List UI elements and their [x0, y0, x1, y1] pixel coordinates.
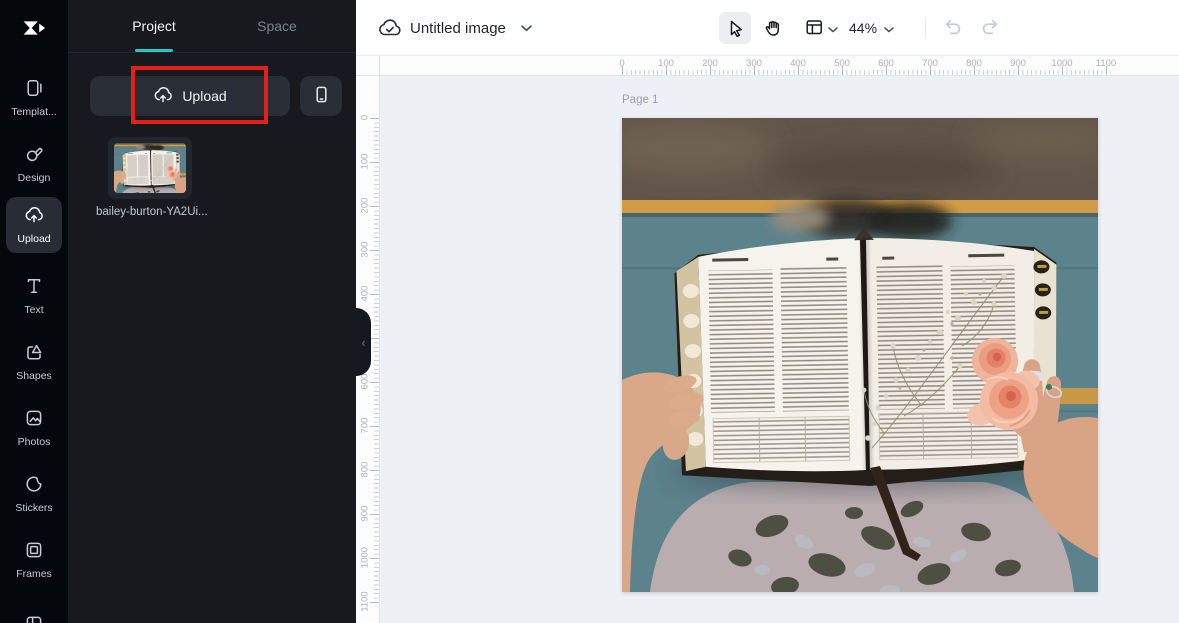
- ruler-label: 900: [359, 505, 371, 522]
- capcut-logo-icon: [23, 21, 46, 35]
- ruler-label: 100: [658, 58, 674, 69]
- ruler-label: 400: [790, 58, 806, 69]
- ruler-label: 0: [619, 58, 625, 69]
- select-tool-button[interactable]: [719, 12, 751, 44]
- uploaded-asset-thumbnail[interactable]: [108, 137, 192, 199]
- ruler-label: 100: [359, 153, 371, 170]
- upload-from-phone-button[interactable]: [300, 76, 342, 116]
- redo-icon: [979, 16, 1001, 41]
- ruler-label: 400: [359, 285, 371, 302]
- zoom-layout-icon: [804, 17, 824, 40]
- toolbar-divider: [925, 18, 926, 38]
- sidebar-item-stickers[interactable]: Stickers: [6, 466, 62, 522]
- stickers-icon: [24, 474, 44, 499]
- ruler-corner: [356, 56, 380, 76]
- ruler-label: 1100: [359, 591, 371, 612]
- cloud-saved-icon[interactable]: [378, 17, 402, 39]
- horizontal-ruler: 0 100 200 300 400 500 600 700 800 900 1000 1100: [380, 56, 1179, 76]
- frames-icon: [24, 540, 44, 565]
- design-icon: [24, 144, 44, 169]
- upload-button[interactable]: Upload: [90, 76, 290, 116]
- shapes-icon: [24, 342, 44, 367]
- sidebar-item-templates[interactable]: Templat...: [6, 70, 62, 126]
- ruler-label: 800: [359, 461, 371, 478]
- ruler-label: 300: [359, 241, 371, 258]
- collapse-chevron-icon: ‹: [361, 334, 366, 350]
- phone-icon: [312, 85, 331, 107]
- ruler-label: 700: [922, 58, 938, 69]
- uploaded-asset-image: [114, 143, 186, 193]
- panel-tabs: Project Space: [68, 0, 356, 53]
- sidebar-item-design[interactable]: Design: [6, 136, 62, 192]
- chevron-down-icon: [828, 21, 838, 36]
- cloud-upload-icon: [153, 85, 173, 108]
- canvas-toolbar: Untitled image 44%: [356, 0, 1179, 56]
- ruler-label: 800: [966, 58, 982, 69]
- chevron-down-icon[interactable]: [520, 24, 532, 32]
- ruler-label: 500: [834, 58, 850, 69]
- sidebar-item-label: Frames: [16, 568, 52, 580]
- ruler-label: 1000: [359, 546, 371, 569]
- sidebar-item-photos[interactable]: Photos: [6, 400, 62, 456]
- ruler-label: 600: [878, 58, 894, 69]
- sidebar-item-label: Stickers: [15, 502, 53, 514]
- sidebar-item-label: Text: [24, 304, 44, 316]
- hand-icon: [763, 17, 783, 40]
- capcut-logo[interactable]: [16, 10, 52, 46]
- photos-icon: [24, 408, 44, 433]
- bible-photo: [622, 118, 1098, 592]
- undo-button[interactable]: [937, 12, 969, 44]
- tab-project[interactable]: Project: [109, 0, 199, 53]
- sidebar-item-label: Shapes: [16, 370, 52, 382]
- canvas-area: Untitled image 44% 0 100 200 300 400 500…: [356, 0, 1179, 623]
- document-title[interactable]: Untitled image: [410, 0, 506, 56]
- sidebar-item-frames[interactable]: Frames: [6, 532, 62, 588]
- ruler-ticks: [370, 118, 379, 607]
- sidebar-item-label: Upload: [17, 233, 51, 245]
- cursor-icon: [725, 17, 745, 40]
- canvas-page[interactable]: [622, 118, 1098, 592]
- ruler-label: 1100: [1095, 58, 1117, 69]
- sidebar-item-label: Templat...: [11, 106, 57, 118]
- pan-tool-button[interactable]: [757, 12, 789, 44]
- left-icon-rail: Templat... Design Upload Text Shapes Pho…: [0, 0, 68, 623]
- page-label: Page 1: [622, 94, 659, 106]
- ruler-label: 0: [359, 114, 371, 121]
- upload-button-label: Upload: [182, 88, 227, 104]
- layout-grid-icon: [24, 614, 44, 623]
- layout-tool-button[interactable]: [797, 12, 845, 44]
- panel-collapse-handle[interactable]: ‹: [356, 308, 371, 376]
- sidebar-item-label: Design: [17, 172, 51, 184]
- sidebar-item-shapes[interactable]: Shapes: [6, 334, 62, 390]
- undo-icon: [942, 16, 964, 41]
- ruler-label: 900: [1010, 58, 1026, 69]
- ruler-label: 200: [702, 58, 718, 69]
- ruler-label: 1000: [1051, 58, 1073, 69]
- zoom-level-control[interactable]: 44%: [849, 12, 894, 44]
- tab-space[interactable]: Space: [232, 0, 322, 53]
- sidebar-item-upload[interactable]: Upload: [6, 197, 62, 253]
- sidebar-item-label: Photos: [17, 436, 51, 448]
- templates-icon: [24, 78, 44, 103]
- sidebar-item-text[interactable]: Text: [6, 268, 62, 324]
- cloud-upload-icon: [24, 205, 44, 230]
- ruler-label: 200: [359, 197, 371, 214]
- zoom-level-value: 44%: [849, 20, 878, 36]
- ruler-label: 300: [746, 58, 762, 69]
- uploaded-asset-filename: bailey-burton-YA2Ui...: [96, 206, 208, 218]
- sidebar-item-layouts[interactable]: [6, 598, 62, 623]
- ruler-ticks: [622, 66, 1111, 75]
- redo-button[interactable]: [974, 12, 1006, 44]
- text-icon: [24, 276, 44, 301]
- asset-panel: Project Space Upload bailey-burton-YA2Ui…: [68, 0, 356, 623]
- active-tab-underline: [135, 49, 173, 52]
- chevron-down-icon: [884, 20, 894, 36]
- ruler-label: 700: [359, 417, 371, 434]
- canvas-workspace[interactable]: Page 1: [380, 76, 1179, 623]
